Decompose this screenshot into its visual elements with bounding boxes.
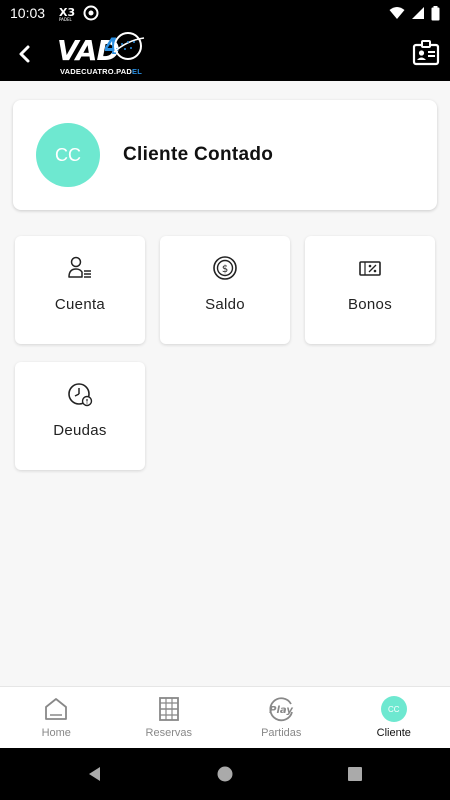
nav-item-partidas[interactable]: Play Partidas — [225, 687, 338, 748]
user-list-icon — [66, 254, 94, 282]
nav-item-reservas[interactable]: Reservas — [113, 687, 226, 748]
tile-deudas[interactable]: Deudas — [15, 362, 145, 470]
status-bar: 10:03 X3 PADEL — [0, 0, 450, 26]
tile-label: Saldo — [205, 296, 245, 313]
nav-item-home[interactable]: Home — [0, 687, 113, 748]
app-logo: VAD 4 VADECUATRO.PADEL — [56, 30, 148, 78]
nav-item-cliente[interactable]: CC Cliente — [338, 687, 450, 748]
status-time: 10:03 — [10, 5, 46, 21]
system-recents-button[interactable] — [290, 765, 420, 783]
back-button[interactable] — [0, 26, 50, 81]
wifi-icon — [389, 7, 405, 19]
bottom-nav: Home Reservas Play Partidas CC Cliente — [0, 686, 450, 748]
tile-label: Cuenta — [54, 296, 106, 313]
tile-saldo[interactable]: $ Saldo — [160, 236, 290, 344]
court-icon — [155, 695, 183, 723]
x3-padel-notification-icon: X3 PADEL — [59, 6, 75, 22]
logo-sub-accent: EL — [132, 67, 142, 76]
tile-label: Bonos — [347, 296, 393, 313]
id-card-icon — [412, 40, 440, 66]
system-home-button[interactable] — [160, 765, 290, 783]
status-notification-icons: X3 PADEL — [57, 4, 99, 22]
svg-text:$: $ — [222, 264, 228, 275]
logo-sub-main: VADECUATRO — [60, 67, 114, 76]
nav-label-cliente: Cliente — [376, 727, 411, 739]
tile-bonos[interactable]: Bonos — [305, 236, 435, 344]
nav-label-partidas: Partidas — [261, 727, 302, 739]
nav-label-reservas: Reservas — [145, 727, 192, 739]
square-recents-icon — [348, 767, 362, 781]
tile-label: Deudas — [53, 422, 107, 439]
system-nav-bar — [0, 748, 450, 800]
play-icon: Play — [267, 695, 295, 723]
back-arrow-icon — [19, 45, 30, 62]
nav-label-home: Home — [41, 727, 71, 739]
status-right-icons — [389, 5, 440, 21]
clock-alert-icon — [66, 380, 94, 408]
at-notification-icon — [83, 5, 99, 21]
logo-subtitle: VADECUATRO.PADEL — [60, 67, 142, 76]
logo-graphic: VAD 4 — [57, 32, 145, 67]
circle-home-icon — [217, 766, 233, 782]
profile-card-button[interactable] — [412, 39, 440, 67]
home-icon — [42, 695, 70, 723]
battery-icon — [431, 5, 440, 20]
nav-avatar: CC — [380, 696, 407, 722]
svg-text:Play: Play — [269, 705, 293, 716]
system-back-button[interactable] — [30, 765, 160, 783]
percent-ticket-icon — [356, 254, 384, 282]
signal-icon — [412, 7, 424, 19]
client-avatar: CC — [36, 123, 100, 187]
avatar-icon: CC — [380, 695, 408, 723]
dollar-coin-icon: $ — [211, 254, 239, 282]
triangle-back-icon — [89, 767, 100, 781]
app-bar: VAD 4 VADECUATRO.PADEL — [0, 26, 450, 81]
client-card: CC Cliente Contado — [13, 100, 437, 210]
svg-text:PADEL: PADEL — [59, 17, 73, 22]
logo-sub-pad: PAD — [116, 67, 132, 76]
client-name: Cliente Contado — [123, 144, 274, 165]
tile-cuenta[interactable]: Cuenta — [15, 236, 145, 344]
